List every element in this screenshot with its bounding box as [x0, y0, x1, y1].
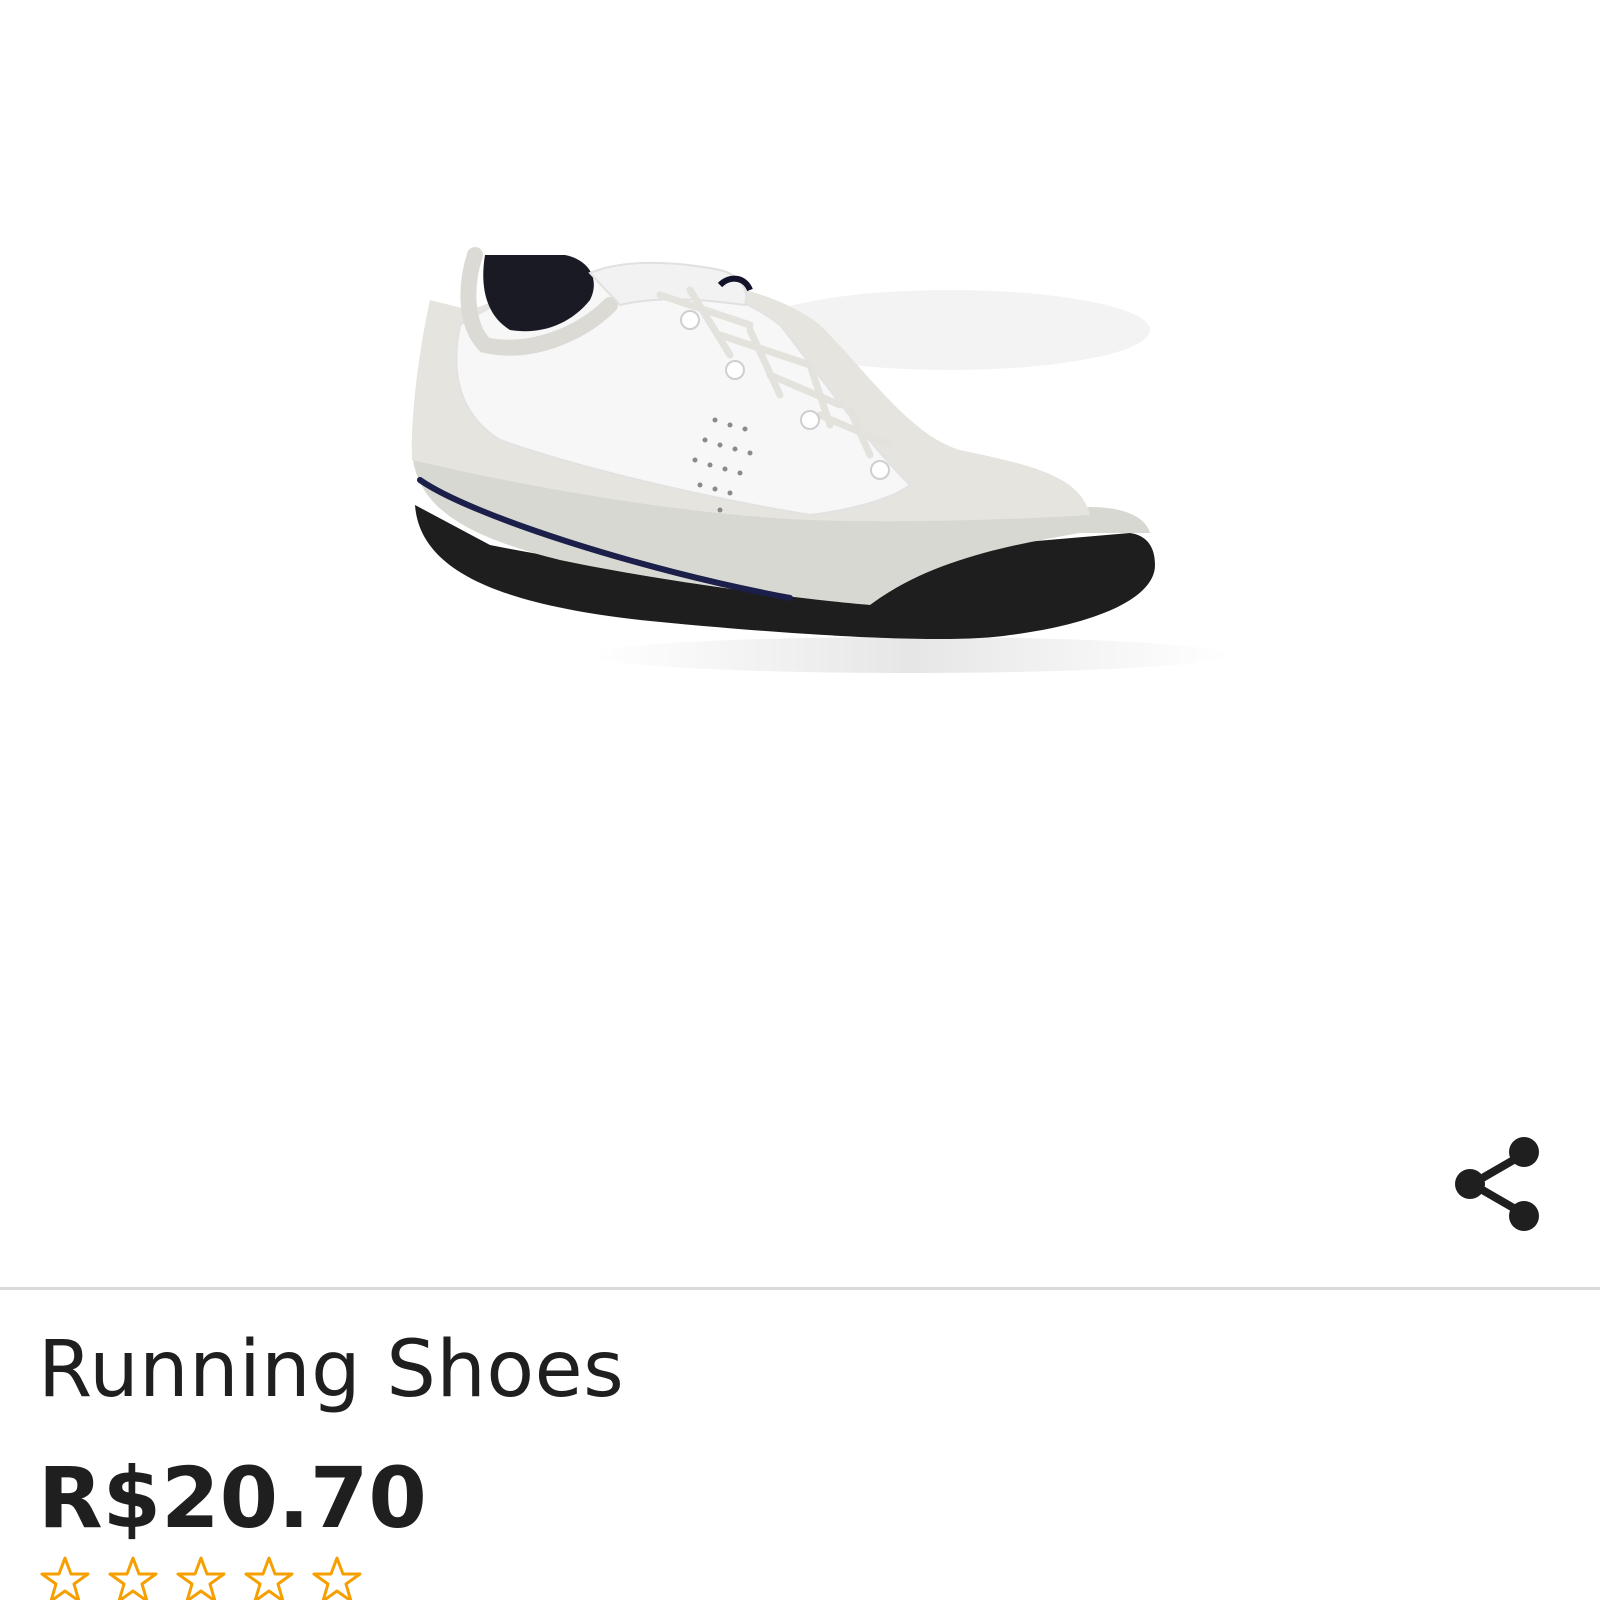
product-price: R$20.70	[38, 1449, 427, 1547]
share-button[interactable]	[1444, 1130, 1552, 1238]
product-title: Running Shoes	[38, 1325, 625, 1415]
product-image-area[interactable]	[0, 0, 1600, 1286]
running-shoe-image	[411, 247, 1230, 673]
star-rating[interactable]	[40, 1555, 362, 1600]
star-icon	[244, 1556, 294, 1600]
share-icon	[1455, 1137, 1539, 1231]
section-divider	[0, 1287, 1600, 1290]
star-icon	[40, 1556, 90, 1600]
star-icon	[108, 1556, 158, 1600]
star-icon	[312, 1556, 362, 1600]
star-icon	[176, 1556, 226, 1600]
product-detail-page: Running Shoes R$20.70	[0, 0, 1600, 1600]
